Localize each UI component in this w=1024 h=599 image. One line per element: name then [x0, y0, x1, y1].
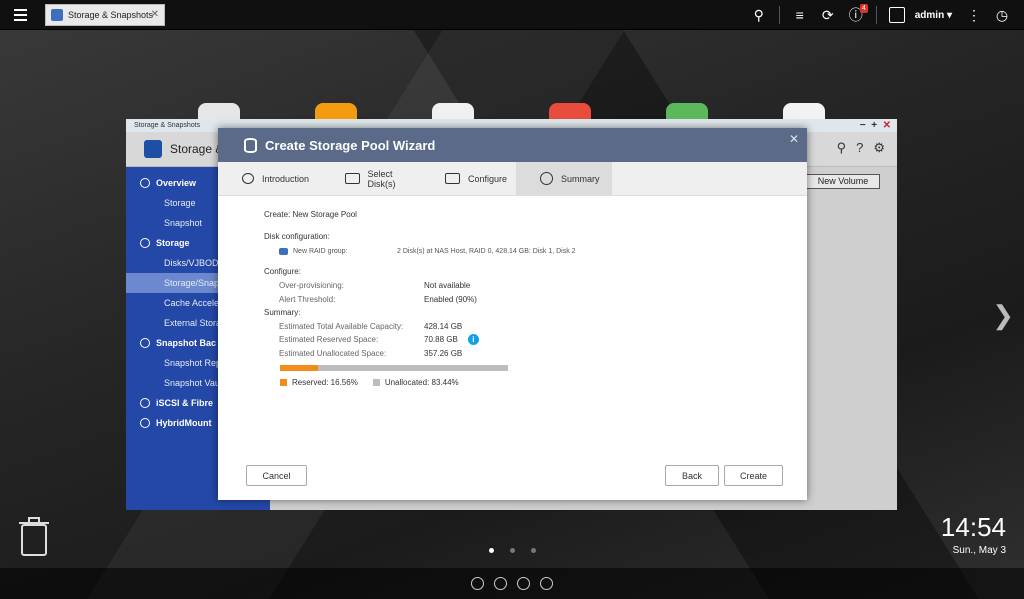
- sync-icon[interactable]: ⟳: [814, 0, 842, 30]
- check-circle-icon: [540, 172, 553, 185]
- clock-time: 14:54: [940, 512, 1006, 542]
- storage-app-icon: [51, 9, 63, 21]
- section-icon: [140, 418, 150, 428]
- dock-icon-1[interactable]: [471, 577, 484, 590]
- dock-icon-3[interactable]: [517, 577, 530, 590]
- wizard-content: Create: New Storage Pool Disk configurat…: [218, 196, 807, 387]
- wizard-titlebar: Create Storage Pool Wizard ✕: [218, 128, 807, 162]
- dock-icon-4[interactable]: [540, 577, 553, 590]
- close-icon[interactable]: ✕: [789, 132, 799, 146]
- step-summary: Summary: [516, 162, 612, 195]
- summary-label: Summary:: [264, 308, 301, 318]
- disk-config-label: Disk configuration:: [264, 231, 330, 241]
- capacity-bar: [280, 365, 508, 372]
- dashboard-icon[interactable]: ◷: [988, 0, 1016, 30]
- capacity-legend: Reserved: 16.56% Unallocated: 83.44%: [280, 378, 807, 387]
- wizard-dialog: Create Storage Pool Wizard ✕ Introductio…: [218, 128, 807, 500]
- dock-icon-2[interactable]: [494, 577, 507, 590]
- legend-unallocated: Unallocated: 83.44%: [384, 378, 459, 388]
- section-icon: [140, 398, 150, 408]
- reserved-swatch: [280, 379, 287, 387]
- page-indicator: [489, 548, 536, 553]
- search-icon[interactable]: ⚲: [745, 0, 773, 30]
- reserved-row: Estimated Reserved Space: 70.88 GB i: [264, 333, 807, 347]
- step-introduction: Introduction: [218, 162, 321, 195]
- taskbar: Storage & Snapshots ✕ ⚲ ≡ ⟳ ⓘ 4 admin ▾ ⋮…: [0, 0, 1024, 30]
- user-menu[interactable]: admin ▾: [915, 10, 952, 21]
- notification-badge: 4: [859, 4, 868, 13]
- back-button[interactable]: Back: [665, 465, 719, 486]
- info-icon[interactable]: i: [467, 334, 479, 346]
- search-tool-icon[interactable]: ⚲: [837, 140, 847, 156]
- help-icon[interactable]: ?: [856, 140, 863, 156]
- maximize-icon[interactable]: +: [871, 120, 877, 131]
- chevron-right-icon[interactable]: ❯: [992, 300, 1014, 331]
- section-icon: [140, 338, 150, 348]
- storage-logo-icon: [144, 140, 162, 158]
- taskbar-tab-storage[interactable]: Storage & Snapshots ✕: [45, 4, 165, 26]
- notification-icon[interactable]: ⓘ 4: [842, 0, 870, 30]
- trash-icon[interactable]: [18, 516, 50, 556]
- stack-icon[interactable]: ≡: [786, 0, 814, 30]
- page-dot[interactable]: [489, 548, 494, 553]
- page-dot[interactable]: [510, 548, 515, 553]
- clock-date: Sun., May 3: [952, 545, 1006, 556]
- total-row: Estimated Total Available Capacity: 428.1…: [279, 321, 463, 331]
- menu-icon[interactable]: [14, 0, 38, 30]
- wizard-title: Create Storage Pool Wizard: [265, 137, 436, 153]
- wizard-steps: Introduction Select Disk(s) Configure Su…: [218, 162, 807, 196]
- create-button[interactable]: Create: [724, 465, 783, 486]
- gear-icon[interactable]: ⚙: [873, 140, 885, 156]
- disk-icon: [345, 173, 360, 184]
- configure-label: Configure:: [264, 267, 301, 277]
- raid-group-row: New RAID group: 2 Disk(s) at NAS Host, R…: [264, 243, 807, 259]
- new-volume-button[interactable]: New Volume: [806, 174, 880, 189]
- intro-icon: [242, 173, 254, 184]
- unalloc-row: Estimated Unallocated Space: 357.26 GB: [279, 349, 463, 359]
- more-options-icon[interactable]: ⋮: [960, 0, 988, 30]
- unalloc-swatch: [372, 379, 380, 387]
- step-configure: Configure: [421, 162, 516, 195]
- minimize-icon[interactable]: −: [860, 120, 866, 131]
- dock: [0, 568, 1024, 599]
- section-icon: [140, 238, 150, 248]
- raid-icon: [445, 173, 460, 184]
- disk-icon: [279, 247, 288, 255]
- create-line: Create: New Storage Pool: [264, 210, 357, 220]
- step-select-disks: Select Disk(s): [321, 162, 421, 195]
- legend-reserved: Reserved: 16.56%: [292, 378, 358, 388]
- cancel-button[interactable]: Cancel: [246, 465, 307, 486]
- close-icon[interactable]: ✕: [151, 9, 159, 20]
- page-dot[interactable]: [531, 548, 536, 553]
- alert-row: Alert Threshold: Enabled (90%): [279, 294, 477, 304]
- section-icon: [140, 178, 150, 188]
- tab-label: Storage & Snapshots: [68, 10, 154, 20]
- database-icon: [244, 137, 257, 153]
- overprov-row: Over-provisioning: Not available: [279, 281, 471, 291]
- user-icon[interactable]: [883, 0, 911, 30]
- reserved-fill: [280, 365, 318, 372]
- close-window-icon[interactable]: ✕: [883, 120, 891, 131]
